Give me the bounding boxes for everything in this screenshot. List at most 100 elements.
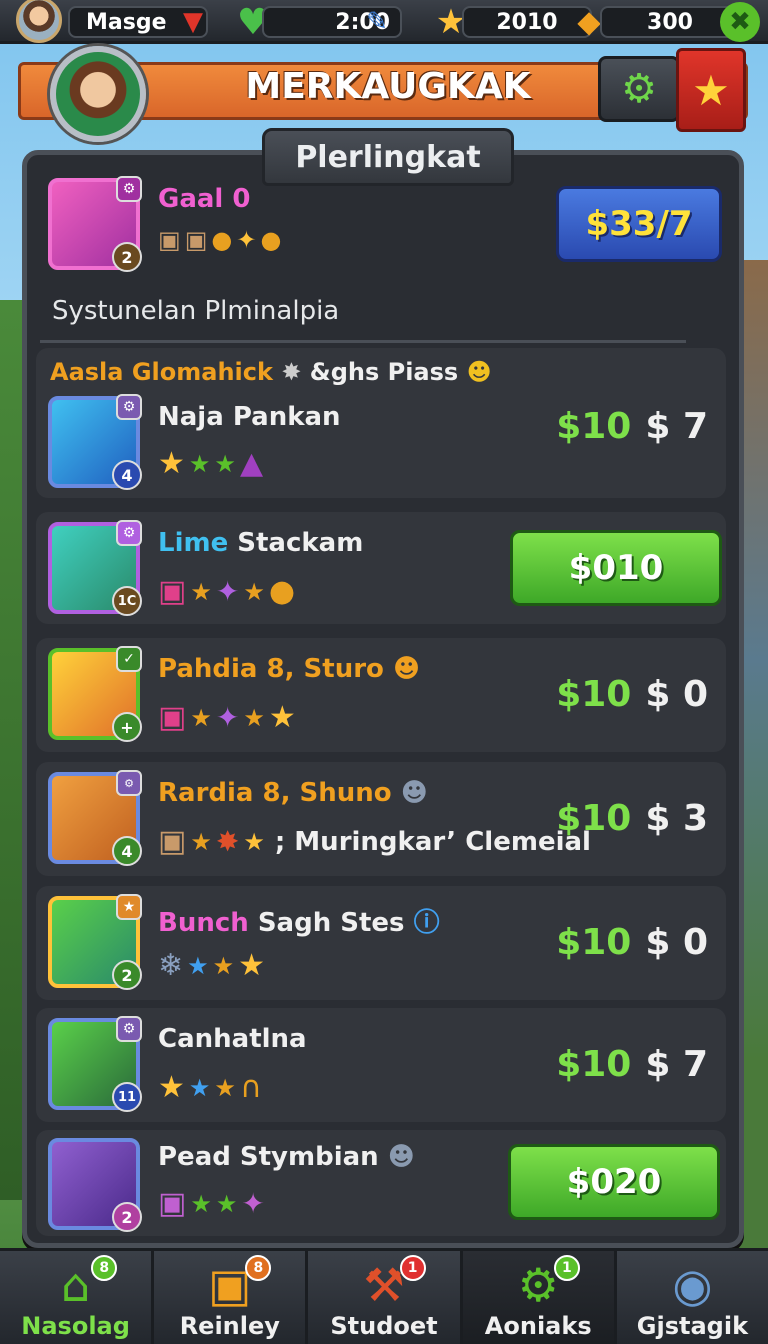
- card-items: ★ ★ ★ ▲: [158, 446, 263, 481]
- hammer-icon: ⚒: [363, 1258, 405, 1312]
- tab-studoet[interactable]: 1 ⚒ Studoet: [308, 1251, 463, 1344]
- resource-3[interactable]: ⬥ 300 ✖: [574, 2, 760, 42]
- level-badge: 4: [112, 460, 142, 490]
- card-name: Lime Stackam: [158, 528, 363, 558]
- favorites-button[interactable]: ★: [676, 48, 746, 132]
- resource-1[interactable]: ♥ 2:00 ✎: [237, 2, 402, 43]
- badge-icon: ✓: [116, 646, 142, 672]
- star-icon: ★: [188, 1073, 211, 1102]
- card-items: ❄ ★ ★ ★: [158, 948, 265, 983]
- tab-badge: 1: [553, 1255, 580, 1281]
- star-icon: ★: [158, 1070, 185, 1105]
- badge-icon: ★: [116, 894, 142, 920]
- player-portrait[interactable]: [50, 46, 146, 142]
- tab-gjstagik[interactable]: ◉ Gjstagik: [617, 1251, 768, 1344]
- horseshoe-icon: ∩: [239, 1070, 262, 1105]
- divider: [40, 340, 686, 343]
- list-item[interactable]: ★ 2 Bunch Sagh Stes ⓘ ❄ ★ ★ ★ $10 $ 0: [36, 886, 726, 1000]
- tab-badge: 8: [245, 1255, 272, 1281]
- card-name-b: Sagh Stes: [257, 908, 405, 938]
- group-header: Aasla Glomahick ✸ &ghs Piass ☻: [50, 358, 492, 386]
- tab-label: Nasolag: [21, 1312, 130, 1340]
- portrait: ⚙ 4: [48, 770, 142, 866]
- coin-icon: ●: [211, 226, 233, 254]
- price: $10 $ 7: [556, 1044, 708, 1085]
- card-name: Canhatlna: [158, 1024, 307, 1054]
- card-name: Rardia 8, Shuno ☻: [158, 778, 428, 808]
- tab-label: Reinley: [179, 1312, 280, 1340]
- resource-2[interactable]: ★ 2010: [436, 2, 592, 42]
- level-badge: 2: [112, 960, 142, 990]
- player-avatar[interactable]: [16, 0, 62, 43]
- tab-label: Studoet: [330, 1312, 438, 1340]
- card-items: ▣ ★ ✦ ★ ●: [158, 574, 295, 609]
- gift-icon: ▣: [158, 700, 187, 735]
- card-items: ▣ ★ ✦ ★ ★: [158, 700, 296, 735]
- star-icon: ★: [190, 577, 212, 606]
- tab-badge: 8: [91, 1255, 118, 1281]
- list-item[interactable]: ⚙ 11 Canhatlna ★ ★ ★ ∩ $10 $ 7: [36, 1008, 726, 1122]
- tab-badge: 1: [399, 1255, 426, 1281]
- add-resource-icon[interactable]: ✖: [720, 2, 760, 42]
- level-badge: 11: [112, 1082, 142, 1112]
- buy-button[interactable]: $020: [508, 1144, 720, 1220]
- section-title: Systunelan Plminalpia: [52, 296, 340, 326]
- group-label: Aasla Glomahick: [50, 358, 273, 386]
- shield-icon: ◉: [672, 1258, 713, 1312]
- resource-3-value: 300: [600, 6, 740, 38]
- star-icon: ★: [190, 1189, 212, 1218]
- price: $10 $ 7: [556, 406, 708, 447]
- emoji-icon: ☻: [400, 778, 428, 808]
- level-badge: 4: [112, 836, 142, 866]
- list-item[interactable]: ✓ + Pahdia 8, Sturo ☻ ▣ ★ ✦ ★ ★ $10 $ 0: [36, 638, 726, 752]
- tab-reinley[interactable]: 8 ▣ Reinley: [154, 1251, 309, 1344]
- price: $10 $ 0: [556, 922, 708, 963]
- spark-icon: ✸: [281, 358, 302, 386]
- gear-icon: ⚙: [621, 66, 657, 112]
- price-white: $ 3: [645, 798, 708, 839]
- tab-label: Aoniaks: [484, 1312, 592, 1340]
- star-icon: ★: [158, 446, 185, 481]
- portrait: ⚙ 4: [48, 394, 142, 490]
- list-item[interactable]: ⚙ 4 Rardia 8, Shuno ☻ ▣ ★ ✸ ★ ; Muringka…: [36, 762, 726, 876]
- emoji-icon: ☻: [466, 358, 492, 386]
- price-green: $10: [556, 922, 632, 963]
- card-name: Naja Pankan: [158, 402, 341, 432]
- portrait: ★ 2: [48, 894, 142, 990]
- card-name-text: Pahdia 8, Sturo: [158, 654, 384, 684]
- card-items: ▣ ★ ★ ✦: [158, 1186, 265, 1221]
- bottom-nav: 8 ⌂ Nasolag 8 ▣ Reinley 1 ⚒ Studoet 1 ⚙ …: [0, 1248, 768, 1344]
- list-item[interactable]: Aasla Glomahick ✸ &ghs Piass ☻ ⚙ 4 Naja …: [36, 348, 726, 498]
- potion-icon: ▲: [239, 446, 264, 481]
- star-icon: ✦: [241, 1187, 265, 1220]
- card-name-text: Rardia 8, Shuno: [158, 778, 392, 808]
- tab-home[interactable]: 8 ⌂ Nasolag: [0, 1251, 155, 1344]
- badge-icon: ⚙: [116, 1016, 142, 1042]
- star-icon: ✦: [236, 226, 257, 254]
- buy-button[interactable]: $010: [510, 530, 722, 606]
- buy-player-button[interactable]: $33/7: [556, 186, 722, 262]
- gear-icon: ⚙: [517, 1258, 559, 1312]
- player-name-box[interactable]: Masge ▼: [68, 4, 208, 40]
- gift-icon: ▣: [158, 574, 187, 609]
- star-icon: ★: [215, 1189, 238, 1218]
- house-icon: ⌂: [61, 1258, 91, 1312]
- star-icon: ★: [214, 449, 236, 478]
- star-icon: ★: [243, 703, 265, 732]
- gift-icon: ▣: [158, 1186, 187, 1221]
- star-icon: ✸: [215, 825, 240, 858]
- card-name: Pead Stymbian ☻: [158, 1142, 415, 1172]
- settings-button[interactable]: ⚙: [598, 56, 680, 122]
- group-label-2: &ghs Piass: [309, 358, 459, 386]
- star-icon: ★: [268, 700, 296, 735]
- coin-icon: ●: [260, 226, 282, 254]
- star-icon: ★: [190, 827, 212, 856]
- player-card-portrait[interactable]: ⚙ 2: [48, 176, 142, 272]
- portrait: 2: [48, 1138, 142, 1232]
- level-badge: 2: [112, 242, 142, 272]
- ice-block-icon: ❄: [158, 948, 184, 983]
- card-name: Pahdia 8, Sturo ☻: [158, 654, 420, 684]
- price-green: $10: [556, 1044, 632, 1085]
- tab-aoniaks[interactable]: 1 ⚙ Aoniaks: [462, 1251, 617, 1344]
- price: $10 $ 0: [556, 674, 708, 715]
